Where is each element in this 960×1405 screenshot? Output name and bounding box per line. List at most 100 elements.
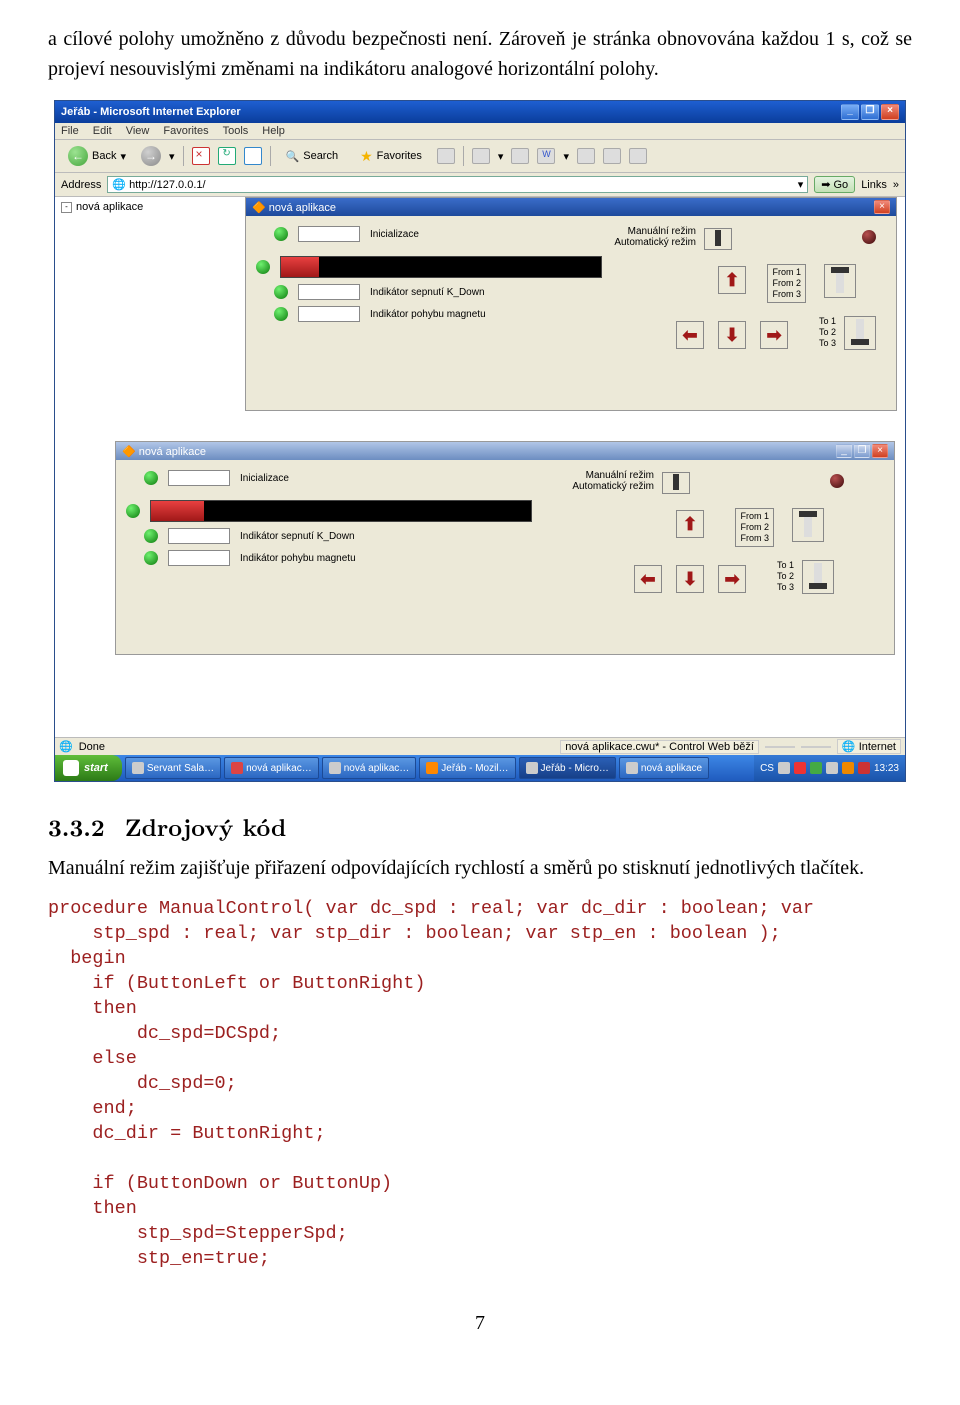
menu-tools[interactable]: Tools <box>223 125 249 137</box>
move-textbox-b[interactable] <box>168 550 230 566</box>
manual-label-b: Manuální režim <box>572 470 654 481</box>
tray-icon-4[interactable] <box>826 762 838 774</box>
to-slider[interactable] <box>844 316 876 350</box>
tray-icon-5[interactable] <box>842 762 854 774</box>
menu-help[interactable]: Help <box>262 125 285 137</box>
init-label-b: Inicializace <box>240 473 289 484</box>
init-textbox[interactable] <box>298 226 360 242</box>
kdown-textbox-b[interactable] <box>168 528 230 544</box>
links-label[interactable]: Links <box>861 179 887 191</box>
from3-label: From 3 <box>772 289 801 300</box>
intro-paragraph: a cílové polohy umožněno z důvodu bezpeč… <box>48 24 912 84</box>
arrow-right-button-b[interactable]: ➡ <box>718 565 746 593</box>
section-number: 3.3.2 <box>48 810 105 844</box>
arrow-up-button-b[interactable]: ⬆ <box>676 510 704 538</box>
to2-label-b: To 2 <box>777 571 794 582</box>
tray-icon-3[interactable] <box>810 762 822 774</box>
mail-icon[interactable] <box>472 148 490 164</box>
print-icon[interactable] <box>511 148 529 164</box>
word-icon[interactable]: W <box>537 148 555 164</box>
section-paragraph: Manuální režim zajišťuje přiřazení odpov… <box>48 854 912 883</box>
refresh-icon[interactable]: ↻ <box>218 147 236 165</box>
misc-icon-1[interactable] <box>577 148 595 164</box>
move-textbox[interactable] <box>298 306 360 322</box>
from-slider[interactable] <box>824 264 856 298</box>
task-item-6[interactable]: nová aplikace <box>619 757 709 779</box>
auto-label-b: Automatický režim <box>572 481 654 492</box>
menu-file[interactable]: File <box>61 125 79 137</box>
ie-content: - nová aplikace 🔶 nová aplikace × Inicia… <box>55 197 905 737</box>
start-button[interactable]: start <box>55 755 122 781</box>
to1-label: To 1 <box>819 316 836 327</box>
mode-switch[interactable] <box>704 228 732 250</box>
task-item-4[interactable]: Jeřáb - Mozil… <box>419 757 515 779</box>
move-label: Indikátor pohybu magnetu <box>370 309 486 320</box>
ie-title: Jeřáb - Microsoft Internet Explorer <box>61 106 241 118</box>
init-label: Inicializace <box>370 229 419 240</box>
search-button[interactable]: 🔍 Search <box>279 147 346 166</box>
tray-icon-6[interactable] <box>858 762 870 774</box>
menu-favorites[interactable]: Favorites <box>163 125 208 137</box>
progress-bar-top <box>280 256 602 278</box>
minimize-icon[interactable]: _ <box>841 104 859 120</box>
panel-bottom-maximize-icon[interactable]: ❐ <box>854 444 870 458</box>
misc-icon-3[interactable] <box>629 148 647 164</box>
clock: 13:23 <box>874 763 899 774</box>
panel-top-close-icon[interactable]: × <box>874 200 890 214</box>
arrow-left-button[interactable]: ⬅ <box>676 321 704 349</box>
ie-addressbar: Address 🌐 http://127.0.0.1/ ▾ ➡ Go Links… <box>55 173 905 197</box>
init-textbox-b[interactable] <box>168 470 230 486</box>
panel-bottom-close-icon[interactable]: × <box>872 444 888 458</box>
panel-bottom-titlebar: 🔶 nová aplikace _ ❐ × <box>116 442 894 460</box>
tray-icon-1[interactable] <box>778 762 790 774</box>
history-icon[interactable] <box>437 148 455 164</box>
app-panel-bottom: 🔶 nová aplikace _ ❐ × Inicializace Manuá… <box>115 441 895 655</box>
tray-icon-2[interactable] <box>794 762 806 774</box>
home-icon[interactable] <box>244 147 262 165</box>
task-item-3[interactable]: nová aplikac… <box>322 757 417 779</box>
ie-toolbar: ←Back ▾ →▾ ↻ 🔍 Search ★Favorites ▾ W▾ <box>55 140 905 173</box>
arrow-down-button[interactable]: ⬇ <box>718 321 746 349</box>
taskbar: start Servant Sala… nová aplikac… nová a… <box>55 755 905 781</box>
led-green-b2 <box>126 504 140 518</box>
task-item-5[interactable]: Jeřáb - Micro… <box>519 757 616 779</box>
from1-label-b: From 1 <box>740 511 769 522</box>
screenshot-ie-window: Jeřáb - Microsoft Internet Explorer _ ❐ … <box>54 100 906 782</box>
system-tray: CS 13:23 <box>754 755 905 781</box>
from-slider-b[interactable] <box>792 508 824 542</box>
arrow-down-button-b[interactable]: ⬇ <box>676 565 704 593</box>
go-button[interactable]: ➡ Go <box>814 176 855 193</box>
close-icon[interactable]: × <box>881 104 899 120</box>
lang-indicator[interactable]: CS <box>760 763 774 774</box>
address-input[interactable]: 🌐 http://127.0.0.1/ ▾ <box>107 176 808 193</box>
maximize-icon[interactable]: ❐ <box>861 104 879 120</box>
status-done: Done <box>79 741 105 753</box>
panel-bottom-minimize-icon[interactable]: _ <box>836 444 852 458</box>
mode-switch-b[interactable] <box>662 472 690 494</box>
task-item-2[interactable]: nová aplikac… <box>224 757 319 779</box>
from2-label-b: From 2 <box>740 522 769 533</box>
section-heading: 3.3.2Zdrojový kód <box>48 810 912 844</box>
kdown-textbox[interactable] <box>298 284 360 300</box>
side-panel-tab[interactable]: - nová aplikace <box>61 201 143 213</box>
back-button[interactable]: ←Back ▾ <box>61 143 133 169</box>
misc-icon-2[interactable] <box>603 148 621 164</box>
led-mode-right-b <box>830 474 844 488</box>
to-slider-b[interactable] <box>802 560 834 594</box>
manual-label: Manuální režim <box>614 226 696 237</box>
panel-top-titlebar: 🔶 nová aplikace × <box>246 198 896 216</box>
menu-edit[interactable]: Edit <box>93 125 112 137</box>
status-internet: Internet <box>859 741 896 753</box>
task-item-1[interactable]: Servant Sala… <box>125 757 221 779</box>
arrow-up-button[interactable]: ⬆ <box>718 266 746 294</box>
led-green-b4 <box>144 551 158 565</box>
favorites-button[interactable]: ★Favorites <box>353 145 429 168</box>
stop-icon[interactable] <box>192 147 210 165</box>
arrow-right-button[interactable]: ➡ <box>760 321 788 349</box>
forward-button[interactable]: → <box>141 146 161 166</box>
arrow-left-button-b[interactable]: ⬅ <box>634 565 662 593</box>
auto-label: Automatický režim <box>614 237 696 248</box>
ie-statusbar: 🌐 Done nová aplikace.cwu* - Control Web … <box>55 737 905 755</box>
page-number: 7 <box>48 1312 912 1335</box>
menu-view[interactable]: View <box>126 125 150 137</box>
